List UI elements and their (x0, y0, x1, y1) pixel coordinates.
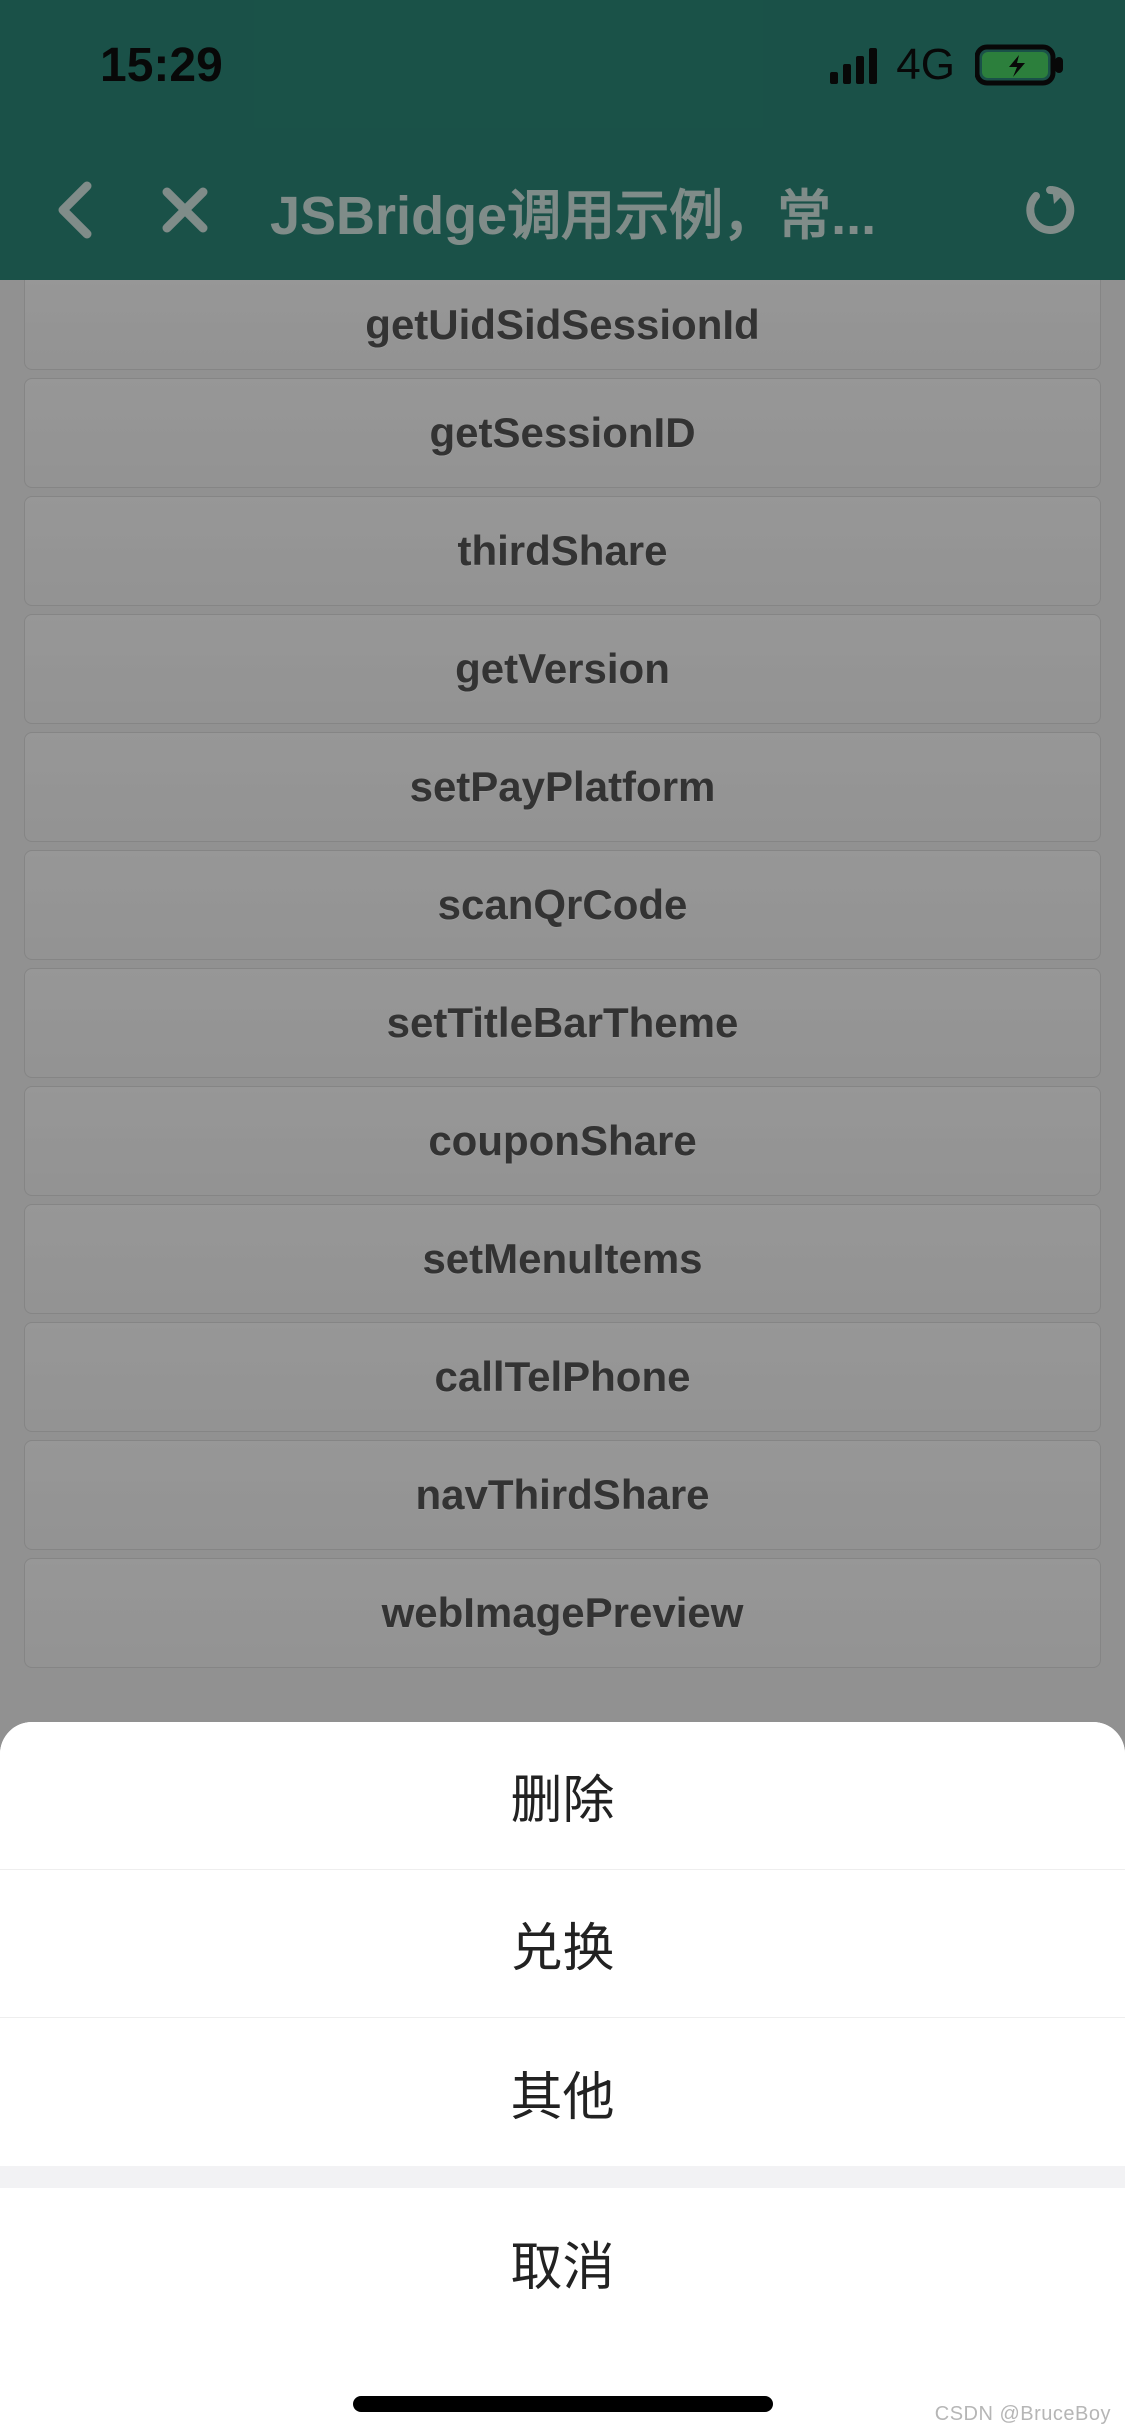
action-sheet-cancel-button[interactable]: 取消 (0, 2188, 1125, 2336)
action-sheet-option-label: 兑换 (510, 1906, 614, 1981)
action-sheet-options: 删除 兑换 其他 (0, 1722, 1125, 2166)
action-sheet: 删除 兑换 其他 取消 (0, 1722, 1125, 2436)
home-indicator[interactable] (353, 2396, 773, 2412)
watermark: CSDN @BruceBoy (935, 2403, 1111, 2426)
action-sheet-option-label: 其他 (510, 2055, 614, 2130)
action-sheet-option-exchange[interactable]: 兑换 (0, 1870, 1125, 2018)
action-sheet-option-other[interactable]: 其他 (0, 2018, 1125, 2166)
action-sheet-option-label: 删除 (510, 1758, 614, 1833)
action-sheet-option-delete[interactable]: 删除 (0, 1722, 1125, 1870)
action-sheet-cancel-label: 取消 (510, 2225, 614, 2300)
action-sheet-separator (0, 2166, 1125, 2188)
